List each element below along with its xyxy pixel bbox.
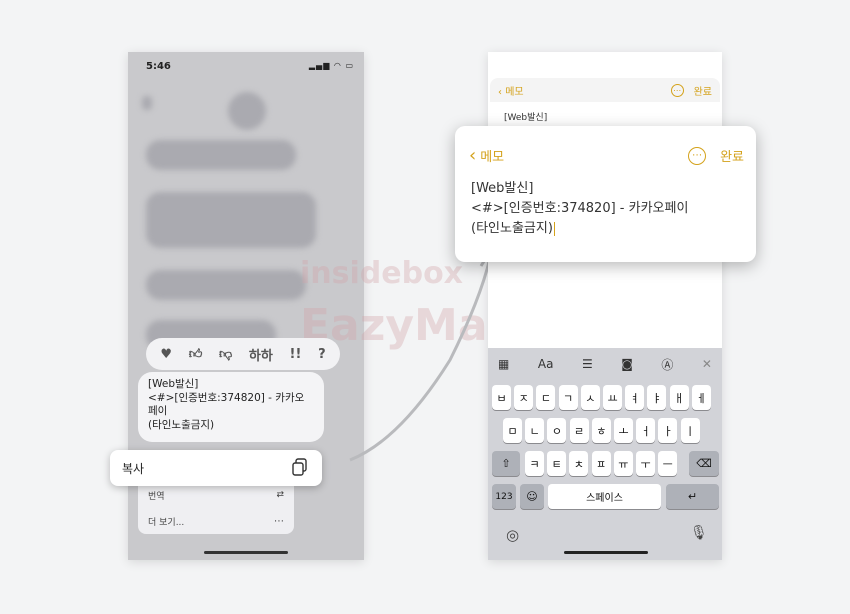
- key-row1-8[interactable]: ㅐ: [669, 385, 689, 410]
- battery-icon: ▭: [345, 61, 354, 70]
- exclamation-reaction[interactable]: !!: [290, 347, 302, 362]
- space-key[interactable]: 스페이스: [548, 484, 661, 509]
- message-line: <#>[인증번호:374820] - 카카오: [148, 391, 305, 404]
- context-menu: 번역 ⇄ 더 보기... ⋯: [138, 478, 294, 534]
- camera-icon[interactable]: ◙: [621, 357, 633, 371]
- notes-navbar: ‹ 메모 ⋯ 완료: [490, 78, 720, 102]
- blurred-avatar: [228, 92, 266, 130]
- key-row2-0[interactable]: ㅁ: [503, 418, 522, 443]
- blurred-message: [146, 192, 316, 248]
- message-line: 페이: [148, 405, 168, 417]
- tapback-reaction-bar: ♥ 👍︎ 👎︎ 하하 !! ?: [146, 338, 340, 370]
- key-row2-8[interactable]: ㅣ: [680, 418, 700, 443]
- key-row1-6[interactable]: ㅕ: [625, 385, 645, 410]
- menu-item-label: 더 보기...: [148, 517, 185, 528]
- format-icon[interactable]: Aa: [538, 357, 554, 371]
- more-icon: ⋯: [274, 515, 284, 527]
- numbers-key[interactable]: 123: [492, 484, 516, 509]
- note-line: (타인노출금지): [471, 219, 688, 239]
- keyboard-toolbar: ▦ Aa ☰ ◙ Ⓐ ✕: [498, 355, 712, 373]
- key-row2-4[interactable]: ㅎ: [591, 418, 611, 443]
- more-circle-icon[interactable]: ⋯: [688, 146, 707, 165]
- signal-icon: ▂▄▆: [308, 61, 331, 70]
- note-body[interactable]: [Web발신] <#>[인증번호:374820] - 카카오페이 (타인노출금지…: [471, 179, 688, 239]
- more-circle-icon[interactable]: ⋯: [670, 83, 684, 97]
- back-label: 메모: [505, 86, 524, 98]
- shift-key[interactable]: ⇧: [492, 451, 520, 476]
- thumbs-down-icon[interactable]: 👎︎: [219, 347, 232, 362]
- key-row2-7[interactable]: ㅏ: [658, 418, 678, 443]
- globe-icon[interactable]: ◎: [506, 526, 519, 544]
- message-line: [Web발신]: [148, 378, 199, 390]
- done-button[interactable]: 완료: [720, 146, 744, 165]
- copy-label: 복사: [122, 461, 145, 476]
- menu-item-more[interactable]: 더 보기... ⋯: [138, 508, 294, 534]
- key-row1-0[interactable]: ㅂ: [492, 385, 511, 410]
- key-row1-7[interactable]: ㅑ: [647, 385, 667, 410]
- heart-icon[interactable]: ♥: [160, 347, 172, 362]
- key-row1-9[interactable]: ㅔ: [691, 385, 711, 410]
- table-icon[interactable]: ▦: [498, 357, 509, 371]
- message-line: (타인노출금지): [148, 418, 215, 431]
- microphone-icon[interactable]: 🎙︎: [690, 525, 708, 541]
- key-row3-0[interactable]: ㅋ: [525, 451, 544, 476]
- markup-icon[interactable]: Ⓐ: [661, 356, 673, 373]
- home-indicator: [204, 551, 288, 554]
- zoomed-note-card: ‹ 메모 ⋯ 완료 [Web발신] <#>[인증번호:374820] - 카카오…: [455, 126, 756, 262]
- key-row1-1[interactable]: ㅈ: [514, 385, 534, 410]
- done-button[interactable]: 완료: [694, 83, 712, 98]
- back-button[interactable]: ‹ 메모: [498, 83, 524, 98]
- back-button[interactable]: ‹ 메모: [469, 145, 505, 166]
- key-row3-2[interactable]: ㅊ: [569, 451, 589, 476]
- key-row1-2[interactable]: ㄷ: [536, 385, 556, 410]
- status-time: 5:46: [146, 61, 171, 72]
- key-row2-1[interactable]: ㄴ: [525, 418, 545, 443]
- key-row3-1[interactable]: ㅌ: [547, 451, 567, 476]
- haha-reaction[interactable]: 하하: [249, 345, 273, 364]
- close-icon[interactable]: ✕: [702, 357, 712, 371]
- curved-arrow-icon: [349, 246, 500, 462]
- key-row3-5[interactable]: ㅜ: [636, 451, 655, 476]
- blurred-message: [146, 140, 296, 170]
- copy-menu-item[interactable]: 복사: [110, 450, 322, 486]
- chevron-left-icon: ‹: [498, 86, 502, 98]
- chevron-left-icon: ‹: [469, 145, 477, 166]
- key-row3-3[interactable]: ㅍ: [591, 451, 611, 476]
- status-icons: ▂▄▆ ◠ ▭: [309, 61, 354, 70]
- menu-item-label: 번역: [148, 491, 165, 502]
- note-line: [Web발신]: [471, 181, 534, 196]
- home-indicator: [564, 551, 648, 554]
- blurred-message: [146, 270, 306, 300]
- wifi-icon: ◠: [333, 61, 342, 70]
- question-reaction[interactable]: ?: [318, 347, 326, 362]
- copy-icon: [292, 457, 308, 479]
- key-row3-6[interactable]: ㅡ: [658, 451, 678, 476]
- text-cursor: [553, 221, 556, 236]
- thumbs-up-icon[interactable]: 👍︎: [189, 347, 203, 362]
- emoji-key[interactable]: ☺: [520, 484, 544, 509]
- message-bubble[interactable]: [Web발신] <#>[인증번호:374820] - 카카오 페이 (타인노출금…: [138, 372, 324, 442]
- key-row1-4[interactable]: ㅅ: [580, 385, 600, 410]
- translate-icon: ⇄: [276, 490, 284, 500]
- back-label: 메모: [480, 150, 505, 165]
- delete-key[interactable]: ⌫: [689, 451, 719, 476]
- key-row1-5[interactable]: ㅛ: [603, 385, 622, 410]
- key-row2-6[interactable]: ㅓ: [636, 418, 656, 443]
- key-row2-3[interactable]: ㄹ: [569, 418, 589, 443]
- key-row2-2[interactable]: ㅇ: [547, 418, 567, 443]
- note-actions: ⋯ 완료: [688, 146, 744, 165]
- checklist-icon[interactable]: ☰: [582, 357, 593, 371]
- note-line: <#>[인증번호:374820] - 카카오페이: [471, 201, 689, 216]
- blurred-back-icon: [142, 96, 152, 110]
- return-key[interactable]: ↵: [666, 484, 719, 509]
- key-row1-3[interactable]: ㄱ: [558, 385, 578, 410]
- key-row2-5[interactable]: ㅗ: [614, 418, 633, 443]
- note-text: [Web발신]: [504, 113, 548, 123]
- key-row3-4[interactable]: ㅠ: [613, 451, 633, 476]
